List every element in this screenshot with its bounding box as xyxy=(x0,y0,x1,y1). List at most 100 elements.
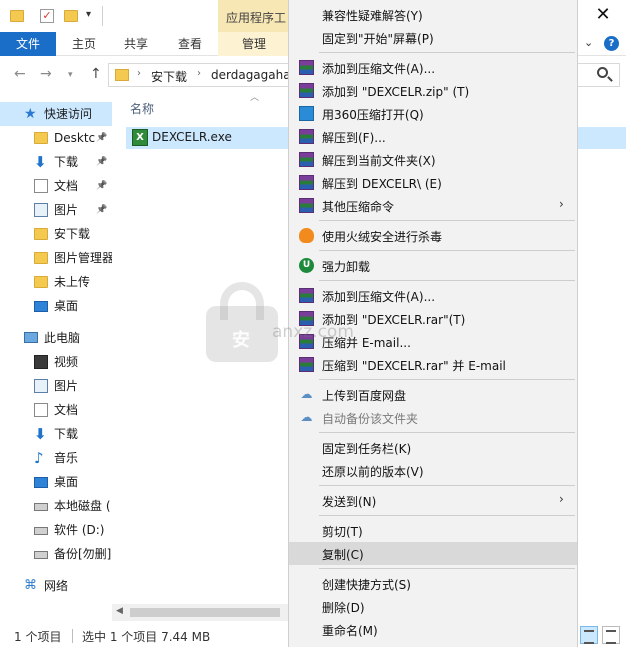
new-folder-icon[interactable] xyxy=(64,10,78,22)
context-menu-item[interactable]: 添加到压缩文件(A)... xyxy=(289,56,577,79)
baidu-cloud-icon: ☁ xyxy=(300,410,313,424)
context-menu-item[interactable]: 固定到任务栏(K) xyxy=(289,436,577,459)
sidebar-item[interactable]: 视频 xyxy=(0,350,112,374)
context-menu-item[interactable]: 创建快捷方式(S) xyxy=(289,572,577,595)
large-icons-view-icon[interactable] xyxy=(602,626,620,644)
help-icon[interactable]: ? xyxy=(604,36,619,51)
sidebar-item[interactable]: 此电脑 xyxy=(0,326,112,350)
details-view-icon[interactable] xyxy=(580,626,598,644)
tab-file[interactable]: 文件 xyxy=(0,32,56,56)
context-menu-item[interactable]: 剪切(T) xyxy=(289,519,577,542)
sidebar-item[interactable]: ★ 快速访问 xyxy=(0,102,112,126)
search-icon xyxy=(597,67,608,78)
sidebar-item[interactable]: ⬇ 下载 xyxy=(0,422,112,446)
horizontal-scrollbar[interactable]: ◀ xyxy=(112,604,288,621)
ribbon-expand-icon[interactable]: ⌄ xyxy=(584,36,593,49)
folder-icon xyxy=(34,132,48,144)
context-menu-item[interactable]: 解压到 DEXCELR\ (E) xyxy=(289,171,577,194)
close-icon[interactable]: ✕ xyxy=(592,4,614,26)
tab-manage[interactable]: 管理 xyxy=(218,32,290,56)
search-input[interactable] xyxy=(576,63,620,87)
context-menu-item[interactable]: 压缩到 "DEXCELR.rar" 并 E-mail xyxy=(289,353,577,376)
context-menu-item[interactable]: 解压到(F)... xyxy=(289,125,577,148)
scroll-thumb[interactable] xyxy=(130,608,280,617)
context-menu-item[interactable]: 兼容性疑难解答(Y) xyxy=(289,3,577,26)
context-menu-item[interactable]: 其他压缩命令 › xyxy=(289,194,577,217)
sidebar-item[interactable]: 软件 (D:) xyxy=(0,518,112,542)
back-arrow-icon[interactable]: ← xyxy=(14,66,26,82)
sidebar-item[interactable]: 文档 xyxy=(0,398,112,422)
sidebar-item[interactable]: 文档 📌 xyxy=(0,174,112,198)
sidebar-item[interactable]: ⌘ 网络 xyxy=(0,574,112,598)
download-arrow-icon: ⬇ xyxy=(34,425,47,443)
breadcrumb-segment[interactable]: 安下载 xyxy=(151,68,187,85)
winrar-icon xyxy=(299,60,314,75)
drive-icon xyxy=(34,503,48,511)
context-menu-item[interactable]: 用360压缩打开(Q) xyxy=(289,102,577,125)
sidebar-item-label: 此电脑 xyxy=(44,331,81,345)
sidebar-item[interactable]: 安下载 xyxy=(0,222,112,246)
breadcrumb-segment[interactable]: derdagagaha xyxy=(211,68,291,82)
sidebar-item[interactable]: 图片 xyxy=(0,374,112,398)
column-header-name[interactable]: 名称 xyxy=(130,100,154,117)
winrar-icon xyxy=(299,288,314,303)
context-menu-item[interactable]: 固定到"开始"屏幕(P) xyxy=(289,26,577,49)
menu-separator xyxy=(319,52,575,53)
sidebar-item-label: 网络 xyxy=(44,579,69,593)
sidebar-item-label: 下载 xyxy=(54,155,79,169)
context-menu-item[interactable]: 解压到当前文件夹(X) xyxy=(289,148,577,171)
sidebar-item-label: 下载 xyxy=(54,427,79,441)
chevron-right-icon[interactable]: › xyxy=(197,68,201,79)
drive-icon xyxy=(34,527,48,535)
menu-separator xyxy=(319,280,575,281)
context-menu-label: 固定到"开始"屏幕(P) xyxy=(322,32,434,46)
sidebar-item[interactable]: 图片 📌 xyxy=(0,198,112,222)
quick-access-dropdown-icon[interactable]: ▾ xyxy=(86,9,91,25)
tab-share[interactable]: 共享 xyxy=(118,32,154,56)
context-menu-item[interactable]: 添加到 "DEXCELR.zip" (T) xyxy=(289,79,577,102)
context-menu-item[interactable]: 删除(D) xyxy=(289,595,577,618)
contextual-tab-application-tools[interactable]: 应用程序工 xyxy=(218,0,290,32)
document-icon xyxy=(34,179,48,193)
recent-locations-icon[interactable]: ▾ xyxy=(68,70,73,80)
sidebar-item[interactable]: 桌面 xyxy=(0,470,112,494)
context-menu-item[interactable]: 复制(C) xyxy=(289,542,577,565)
menu-separator xyxy=(319,515,575,516)
download-arrow-icon: ⬇ xyxy=(34,153,47,171)
tab-home[interactable]: 主页 xyxy=(66,32,102,56)
context-menu-item[interactable]: ☁ 上传到百度网盘 xyxy=(289,383,577,406)
context-menu-item[interactable]: 添加到压缩文件(A)... xyxy=(289,284,577,307)
context-menu-item[interactable]: 还原以前的版本(V) xyxy=(289,459,577,482)
sidebar-item-label: 桌面 xyxy=(54,475,79,489)
scroll-left-icon[interactable]: ◀ xyxy=(116,606,123,616)
up-arrow-icon[interactable]: ↑ xyxy=(90,66,102,82)
context-menu-item[interactable]: 使用火绒安全进行杀毒 xyxy=(289,224,577,247)
chevron-right-icon[interactable]: › xyxy=(137,68,141,79)
context-menu-item[interactable]: U 强力卸载 xyxy=(289,254,577,277)
sidebar-item[interactable]: 桌面 xyxy=(0,294,112,318)
sidebar-item[interactable]: ♪ 音乐 xyxy=(0,446,112,470)
menu-separator xyxy=(319,379,575,380)
sidebar-item[interactable]: ⬇ 下载 📌 xyxy=(0,150,112,174)
menu-separator xyxy=(319,250,575,251)
selection-info: 选中 1 个项目 7.44 MB xyxy=(82,630,211,644)
sidebar-item[interactable]: 图片管理器 xyxy=(0,246,112,270)
sidebar-item[interactable]: 本地磁盘 ( xyxy=(0,494,112,518)
folder-icon[interactable] xyxy=(10,10,24,22)
context-menu-item[interactable]: 重命名(M) xyxy=(289,618,577,641)
sidebar-item[interactable]: 备份[勿删] xyxy=(0,542,112,566)
context-menu-label: 解压到 DEXCELR\ (E) xyxy=(322,177,442,191)
menu-separator xyxy=(319,432,575,433)
sort-caret-icon: ︿ xyxy=(250,93,260,103)
context-menu-label: 添加到压缩文件(A)... xyxy=(322,62,436,76)
menu-separator xyxy=(319,485,575,486)
sidebar-item[interactable]: Desktc 📌 xyxy=(0,126,112,150)
properties-check-icon[interactable]: ✓ xyxy=(40,9,54,23)
address-bar[interactable]: › 安下载 › derdagagaha xyxy=(108,63,292,87)
context-menu-item[interactable]: 发送到(N) › xyxy=(289,489,577,512)
context-menu-label: 使用火绒安全进行杀毒 xyxy=(322,230,443,244)
context-menu-item[interactable]: ☁ 自动备份该文件夹 xyxy=(289,406,577,429)
tab-view[interactable]: 查看 xyxy=(172,32,208,56)
sidebar-item[interactable]: 未上传 xyxy=(0,270,112,294)
forward-arrow-icon[interactable]: → xyxy=(40,66,52,82)
